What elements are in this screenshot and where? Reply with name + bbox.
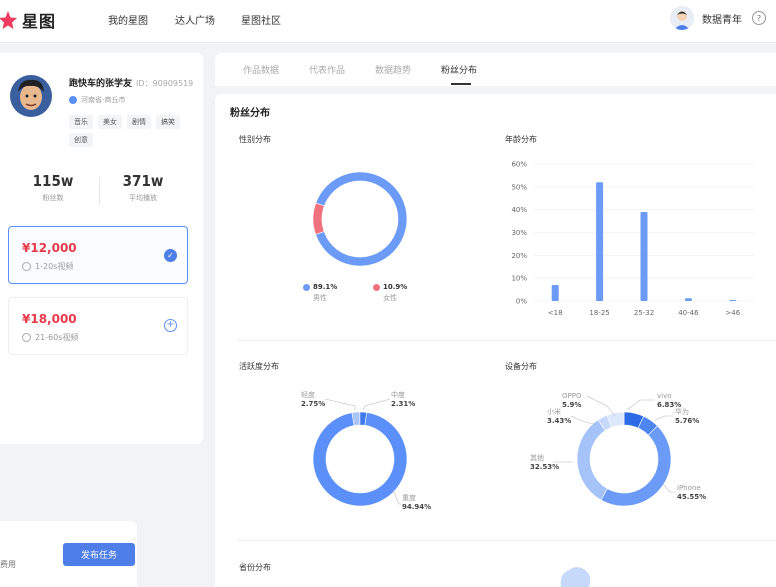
publish-task-button[interactable]: 发布任务 xyxy=(63,543,135,566)
help-icon[interactable]: ? xyxy=(752,11,766,25)
tag: 创意 xyxy=(69,133,93,147)
duration-text: 1-20s视频 xyxy=(35,262,74,271)
duration: 1-20s视频 xyxy=(22,261,73,272)
price: ¥18,000 xyxy=(22,312,77,326)
duration: 21-60s视频 xyxy=(22,332,78,343)
duration-text: 21-60s视频 xyxy=(35,333,79,342)
logo-text: 星图 xyxy=(22,12,57,31)
tab-bar: 作品数据 代表作品 数据趋势 粉丝分布 xyxy=(215,53,776,86)
fan-distribution-panel: 粉丝分布 性别分布 年龄分布 89.1% 男性 10.9% 女性 0% 10% 20… xyxy=(215,94,776,587)
province-title: 省份分布 xyxy=(239,563,271,572)
price-option-long[interactable]: ¥18,000 21-60s视频 + xyxy=(8,297,188,355)
influencer-name-text: 跑快车的张学友 xyxy=(69,79,133,89)
username[interactable]: 数据青年 xyxy=(702,11,742,26)
stat-label: 粉丝数 xyxy=(42,194,64,202)
location-pin-icon xyxy=(69,96,77,104)
device-leader-lines xyxy=(553,395,675,493)
nav-item-community[interactable]: 星图社区 xyxy=(241,12,281,27)
user-avatar-icon xyxy=(670,6,694,30)
influencer-avatar xyxy=(10,75,52,117)
stat-label: 平均播放 xyxy=(129,194,157,202)
active-tab-indicator xyxy=(451,83,471,85)
publish-card: 费用 发布任务 xyxy=(0,521,137,587)
fee-text: 费用 xyxy=(0,560,16,569)
location: 河南省-商丘市 xyxy=(69,95,126,105)
tab-data-trends[interactable]: 数据趋势 xyxy=(375,63,411,76)
price: ¥12,000 xyxy=(22,241,77,255)
location-text: 河南省-商丘市 xyxy=(81,96,126,104)
tag-list: 音乐 美女 剧情 搞笑 创意 xyxy=(69,115,194,147)
user-avatar[interactable] xyxy=(670,6,694,30)
tag: 美女 xyxy=(98,115,122,129)
stat-avg-plays: 371w 平均播放 xyxy=(103,172,183,203)
star-logo-icon xyxy=(0,11,17,29)
top-nav: 星图 我的星图 达人广场 星图社区 数据青年 ? xyxy=(0,0,776,43)
user-menu[interactable]: 数据青年 ? xyxy=(670,6,766,30)
influencer-name: 跑快车的张学友 ID：90909519 xyxy=(69,76,193,89)
tag: 搞笑 xyxy=(156,115,180,129)
stat-value: 371w xyxy=(122,172,164,190)
clock-icon xyxy=(22,333,31,342)
add-icon[interactable]: + xyxy=(164,319,177,332)
price-option-short[interactable]: ¥12,000 1-20s视频 ✓ xyxy=(8,226,188,284)
tab-works-data[interactable]: 作品数据 xyxy=(243,63,279,76)
influencer-id: ID：90909519 xyxy=(136,79,194,88)
tab-fan-distribution[interactable]: 粉丝分布 xyxy=(441,63,477,76)
nav-item-my-xingtu[interactable]: 我的星图 xyxy=(108,12,148,27)
clock-icon xyxy=(22,262,31,271)
stat-divider xyxy=(99,177,100,205)
stat-value: 115w xyxy=(32,172,74,190)
nav-item-influencer-square[interactable]: 达人广场 xyxy=(175,12,215,27)
divider xyxy=(237,540,776,541)
tag: 剧情 xyxy=(127,115,151,129)
tab-representative-works[interactable]: 代表作品 xyxy=(309,63,345,76)
stat-followers: 115w 粉丝数 xyxy=(13,172,93,203)
province-map-icon xyxy=(560,567,591,587)
influencer-profile-card: 跑快车的张学友 ID：90909519 河南省-商丘市 音乐 美女 剧情 搞笑 创… xyxy=(0,53,203,444)
tag: 音乐 xyxy=(69,115,93,129)
logo[interactable]: 星图 xyxy=(0,8,56,32)
check-icon: ✓ xyxy=(164,249,177,262)
influencer-avatar-icon xyxy=(10,75,52,117)
